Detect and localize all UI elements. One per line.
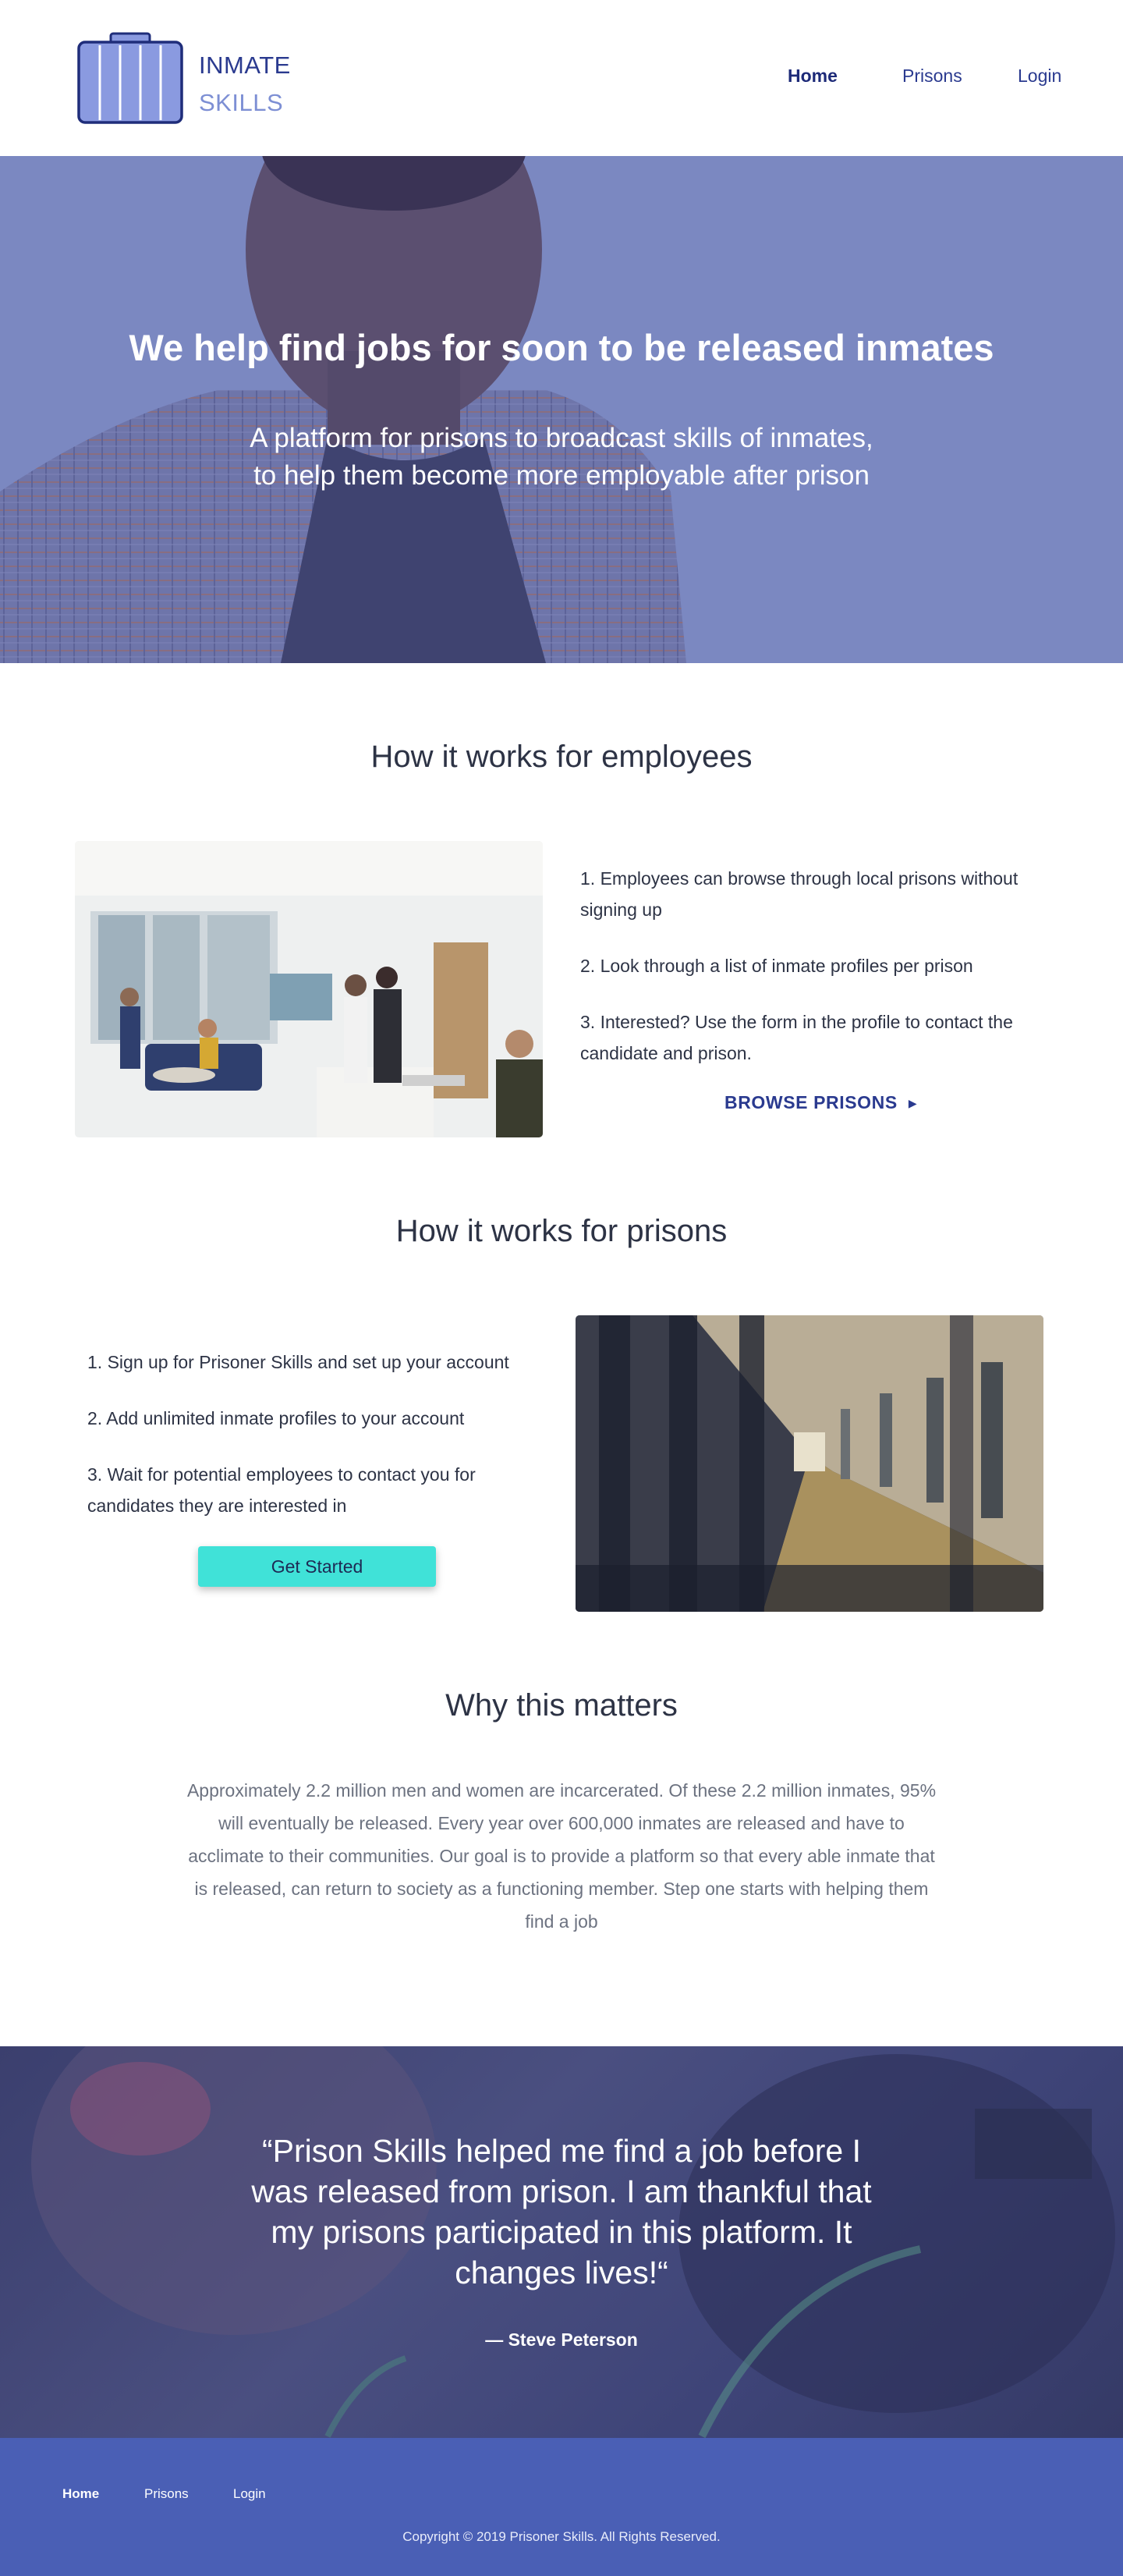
office-photo <box>75 841 543 1137</box>
employees-step-3: 3. Interested? Use the form in the profi… <box>580 1012 1013 1063</box>
nav-prisons-link[interactable]: Prisons <box>902 66 962 87</box>
logo-text-inmate: INMATE <box>199 51 291 79</box>
hero-subtitle: A platform for prisons to broadcast skil… <box>211 420 912 495</box>
employees-heading: How it works for employees <box>370 740 753 774</box>
why-body-text: Approximately 2.2 million men and women … <box>186 1780 937 1932</box>
prisons-step-1: 1. Sign up for Prisoner Skills and set u… <box>87 1352 509 1372</box>
prisons-heading: How it works for prisons <box>395 1214 728 1248</box>
testimonial-quote: “Prison Skills helped me find a job befo… <box>251 2133 872 2290</box>
prison-corridor-photo <box>576 1315 1043 1612</box>
get-started-button[interactable]: Get Started <box>198 1546 436 1587</box>
logo-text-skills: SKILLS <box>199 89 284 116</box>
prisons-step-3: 3. Wait for potential employees to conta… <box>87 1464 476 1516</box>
footer-home-link[interactable]: Home <box>62 2486 99 2502</box>
hero-portrait-image <box>0 156 1123 663</box>
hero-subtitle-line-1: A platform for prisons to broadcast skil… <box>250 423 873 453</box>
hero-section: We help find jobs for soon to be release… <box>0 156 1123 663</box>
browse-prisons-label: BROWSE PRISONS <box>724 1092 898 1112</box>
browse-prisons-link[interactable]: BROWSE PRISONS ▶ <box>724 1092 917 1113</box>
employees-step-2: 2. Look through a list of inmate profile… <box>580 956 973 976</box>
employees-step-1: 1. Employees can browse through local pr… <box>580 868 1018 920</box>
briefcase-icon[interactable] <box>76 31 184 125</box>
footer-login-link[interactable]: Login <box>233 2486 266 2502</box>
why-heading: Why this matters <box>445 1688 678 1723</box>
testimonial-author: — Steve Peterson <box>485 2329 638 2350</box>
testimonial-section: “Prison Skills helped me find a job befo… <box>0 2046 1123 2438</box>
site-header: INMATE SKILLS Home Prisons Login <box>0 0 1123 156</box>
hero-subtitle-line-2: to help them become more employable afte… <box>253 460 870 491</box>
nav-login-link[interactable]: Login <box>1018 66 1061 87</box>
nav-home-link[interactable]: Home <box>788 66 838 87</box>
site-footer: Home Prisons Login Copyright © 2019 Pris… <box>0 2438 1123 2576</box>
hero-title: We help find jobs for soon to be release… <box>129 327 994 368</box>
prisons-step-2: 2. Add unlimited inmate profiles to your… <box>87 1408 465 1428</box>
footer-prisons-link[interactable]: Prisons <box>144 2486 189 2502</box>
footer-copyright: Copyright © 2019 Prisoner Skills. All Ri… <box>402 2529 721 2544</box>
triangle-right-icon: ▶ <box>908 1097 918 1110</box>
